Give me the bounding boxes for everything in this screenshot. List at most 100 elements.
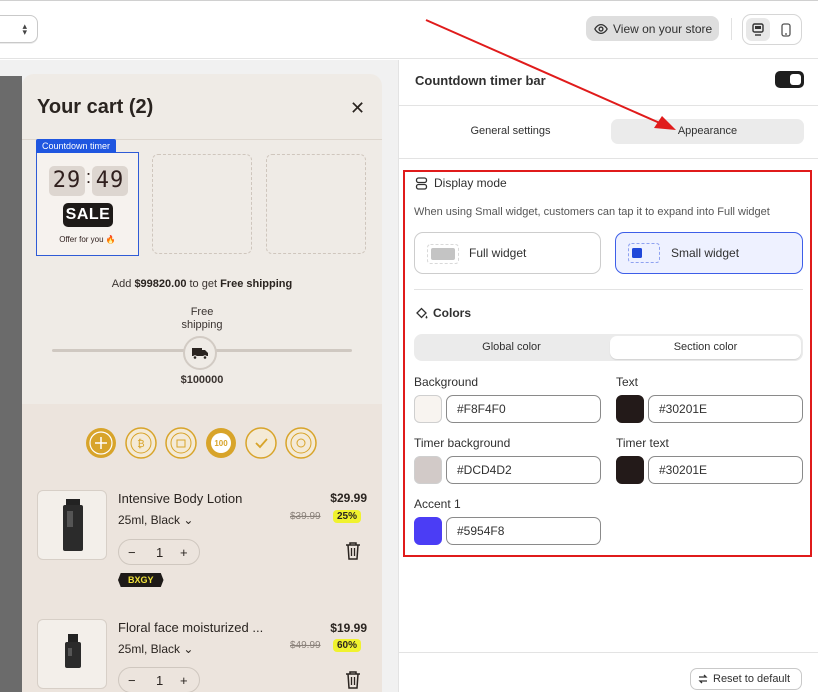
view-on-store-button[interactable]: View on your store xyxy=(586,16,719,41)
timer-background-swatch[interactable] xyxy=(414,456,442,484)
tab-general-settings[interactable]: General settings xyxy=(413,119,608,144)
svg-text:₿: ₿ xyxy=(137,438,144,450)
item-discount-badge: 60% xyxy=(333,639,362,652)
full-widget-icon xyxy=(427,244,459,264)
shipping-goal: Free shipping xyxy=(220,278,293,290)
decrease-button[interactable]: − xyxy=(128,545,136,560)
widget-placeholder xyxy=(152,154,252,254)
background-swatch[interactable] xyxy=(414,395,442,423)
timer-background-label: Timer background xyxy=(414,436,511,450)
timer-text-label: Timer text xyxy=(616,436,669,450)
small-widget-option[interactable]: Small widget xyxy=(615,232,803,274)
trash-icon[interactable] xyxy=(344,670,362,690)
shipping-target: $100000 xyxy=(180,374,224,386)
top-bar: ▴ ▾ View on your store xyxy=(0,0,818,59)
svg-text:100: 100 xyxy=(214,439,228,448)
item-variant-select[interactable]: 25ml, Black ⌄ xyxy=(118,513,193,527)
device-toggle xyxy=(742,14,802,45)
preview-gap xyxy=(0,60,22,76)
badge-outline-icon xyxy=(285,427,317,459)
item-price: $29.99 xyxy=(330,491,367,505)
display-mode-title: Display mode xyxy=(434,176,507,190)
full-widget-option[interactable]: Full widget xyxy=(414,232,601,274)
paint-bucket-icon xyxy=(416,307,428,318)
reset-icon xyxy=(698,674,708,684)
badge-check-icon xyxy=(245,427,277,459)
settings-tabs: General settings Appearance xyxy=(399,105,818,159)
global-color-segment[interactable]: Global color xyxy=(414,334,609,361)
trash-icon[interactable] xyxy=(344,541,362,561)
small-widget-label: Small widget xyxy=(671,246,740,260)
product-image[interactable] xyxy=(37,619,107,689)
background-color-input[interactable]: #F8F4F0 xyxy=(446,395,601,423)
view-on-store-label: View on your store xyxy=(613,21,713,36)
item-old-price: $39.99 xyxy=(290,511,321,522)
page-selector[interactable]: ▴ ▾ xyxy=(0,15,38,43)
badge-outline-icon: ₿ xyxy=(125,427,157,459)
timer-minutes: 29 xyxy=(49,166,85,196)
decrease-button[interactable]: − xyxy=(128,673,136,688)
small-widget-icon xyxy=(628,243,660,263)
item-name[interactable]: Intensive Body Lotion xyxy=(118,491,242,506)
background-label: Background xyxy=(414,375,479,389)
badge-100-icon: 100 xyxy=(206,428,236,458)
offer-text: Offer for you 🔥 xyxy=(59,235,116,244)
bxgy-tag: BXGY xyxy=(118,573,164,587)
quantity-value[interactable]: 1 xyxy=(156,673,163,688)
desktop-view-button[interactable] xyxy=(746,18,770,41)
accent1-color-input[interactable]: #5954F8 xyxy=(446,517,601,545)
display-mode-heading: Display mode xyxy=(415,176,507,190)
close-icon[interactable]: ✕ xyxy=(350,98,365,119)
accent1-swatch[interactable] xyxy=(414,517,442,545)
text-label: Text xyxy=(616,375,639,389)
display-mode-description: When using Small widget, customers can t… xyxy=(414,206,770,218)
item-variant-select[interactable]: 25ml, Black ⌄ xyxy=(118,642,193,656)
truck-icon xyxy=(192,348,208,360)
item-variant: 25ml, Black xyxy=(118,513,181,527)
product-image[interactable] xyxy=(37,490,107,560)
lotion-bottle-image xyxy=(63,499,83,551)
colors-title: Colors xyxy=(433,306,472,320)
quantity-stepper: − 1 + xyxy=(118,539,200,565)
text-swatch[interactable] xyxy=(616,395,644,423)
eye-icon xyxy=(594,23,608,34)
quantity-value[interactable]: 1 xyxy=(156,545,163,560)
mobile-icon xyxy=(781,22,791,37)
item-name[interactable]: Floral face moisturized ... xyxy=(118,620,263,635)
cart-drawer: Your cart (2) ✕ Countdown timer 29 : 49 … xyxy=(22,74,382,692)
panel-header: Countdown timer bar xyxy=(399,60,818,105)
toolbar-divider xyxy=(731,18,732,40)
countdown-timer-tag: Countdown timer xyxy=(36,139,117,153)
cart-header: Your cart (2) ✕ xyxy=(22,74,382,140)
countdown-timer-widget[interactable]: Countdown timer 29 : 49 SALE Offer for y… xyxy=(36,139,139,256)
shipping-middle: to get xyxy=(186,278,221,290)
text-color-input[interactable]: #30201E xyxy=(648,395,803,423)
timer-text-swatch[interactable] xyxy=(616,456,644,484)
reset-to-default-button[interactable]: Reset to default xyxy=(690,668,802,690)
item-discount-badge: 25% xyxy=(333,510,362,523)
panel-title: Countdown timer bar xyxy=(415,73,546,88)
chevron-down-icon: ⌄ xyxy=(183,642,194,656)
mobile-view-button[interactable] xyxy=(774,18,798,41)
timer-background-color-input[interactable]: #DCD4D2 xyxy=(446,456,601,484)
reset-label: Reset to default xyxy=(713,673,791,685)
tab-appearance[interactable]: Appearance xyxy=(611,119,804,144)
increase-button[interactable]: + xyxy=(180,545,188,560)
top-divider xyxy=(0,0,818,1)
full-widget-label: Full widget xyxy=(469,246,527,260)
enable-toggle[interactable] xyxy=(775,71,804,88)
section-color-segment[interactable]: Section color xyxy=(610,336,801,359)
page-overlay xyxy=(0,76,22,692)
chevron-up-down-icon: ▴ ▾ xyxy=(22,21,27,37)
colors-heading: Colors xyxy=(415,306,471,320)
increase-button[interactable]: + xyxy=(180,673,188,688)
toggle-knob xyxy=(790,74,801,85)
cart-title: Your cart (2) xyxy=(37,96,154,118)
shipping-milestone xyxy=(183,336,217,370)
timer-text-color-input[interactable]: #30201E xyxy=(648,456,803,484)
footer-divider xyxy=(399,652,818,653)
color-scope-segmented-control: Global color Section color xyxy=(414,334,803,361)
item-old-price: $49.99 xyxy=(290,640,321,651)
sale-label: SALE xyxy=(63,203,113,227)
shipping-progress-text: Add $99820.00 to get Free shipping xyxy=(22,278,382,290)
